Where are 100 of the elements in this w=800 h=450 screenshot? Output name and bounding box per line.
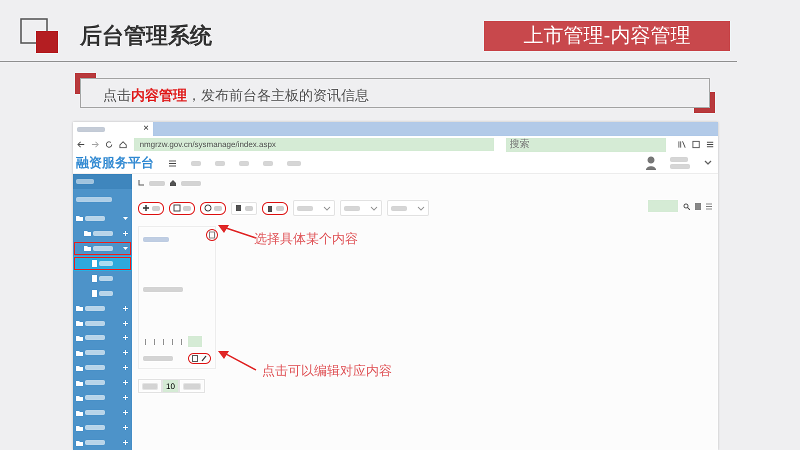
blurred-label xyxy=(297,206,313,210)
pencil-icon[interactable] xyxy=(201,355,207,362)
folder-icon xyxy=(84,245,91,252)
toolbar-button[interactable] xyxy=(169,202,195,214)
add-icon xyxy=(142,204,150,212)
sidebar-item[interactable] xyxy=(73,240,132,256)
blurred-label xyxy=(85,216,105,221)
blurred-label xyxy=(215,160,225,166)
user-avatar-icon[interactable] xyxy=(646,156,656,170)
arrow xyxy=(218,350,258,372)
folder-icon xyxy=(76,410,83,416)
caret-icon xyxy=(370,204,378,212)
expand-icon[interactable] xyxy=(123,410,128,416)
forward-icon[interactable] xyxy=(91,140,100,149)
expand-icon[interactable] xyxy=(123,425,128,430)
folder-icon xyxy=(76,305,83,312)
browser-tab[interactable]: × xyxy=(73,122,153,136)
reload-icon[interactable] xyxy=(105,140,114,149)
folder-icon xyxy=(76,320,83,326)
search-field[interactable]: 搜索 xyxy=(506,138,666,152)
document-icon[interactable] xyxy=(192,355,198,362)
folder-icon xyxy=(76,440,83,446)
home-icon[interactable] xyxy=(170,180,176,186)
section-title: 上市管理-内容管理 xyxy=(484,20,730,51)
grid-view-icon[interactable] xyxy=(695,202,701,210)
expand-icon[interactable] xyxy=(123,395,128,400)
toolbar-button[interactable] xyxy=(200,202,226,214)
blurred-label xyxy=(99,290,113,296)
delete-icon xyxy=(266,204,274,212)
expand-icon[interactable] xyxy=(123,230,128,236)
corner-bracket xyxy=(694,92,715,113)
chevron-down-icon[interactable] xyxy=(704,160,712,166)
page-size[interactable]: 10 xyxy=(162,379,179,393)
expand-icon[interactable] xyxy=(123,380,128,386)
caret-icon xyxy=(323,204,331,212)
annotation-text: 点击可以编辑对应内容 xyxy=(262,363,392,380)
copy-icon xyxy=(235,204,243,212)
library-icon[interactable] xyxy=(678,140,686,149)
corner-bracket xyxy=(75,73,96,94)
home-icon[interactable] xyxy=(119,140,128,149)
address-bar[interactable]: nmgrzw.gov.cn/sysmanage/index.aspx xyxy=(134,138,494,151)
audit-icon xyxy=(204,204,212,212)
blurred-label xyxy=(152,206,160,210)
blurred-label xyxy=(276,206,284,210)
blurred-label xyxy=(191,160,201,166)
blurred-label xyxy=(143,356,173,361)
expand-icon[interactable] xyxy=(123,350,128,356)
expand-icon[interactable] xyxy=(123,440,128,446)
sidebar-icon[interactable] xyxy=(692,140,700,149)
blurred-label xyxy=(85,380,105,386)
blurred-label xyxy=(149,180,165,186)
blurred-label xyxy=(182,382,201,390)
blurred-label xyxy=(99,276,113,281)
expand-icon[interactable] xyxy=(123,365,128,370)
expand-icon[interactable] xyxy=(123,306,128,311)
folder-icon xyxy=(76,364,83,371)
blurred-label xyxy=(263,160,273,166)
caret-icon xyxy=(417,204,425,212)
back-icon[interactable] xyxy=(77,140,86,149)
expand-icon[interactable] xyxy=(123,320,128,326)
blurred-label xyxy=(143,237,169,242)
toolbar-button[interactable] xyxy=(262,202,288,214)
blurred-label xyxy=(214,206,222,210)
blurred-label xyxy=(85,425,105,430)
blurred-label xyxy=(77,126,105,132)
document-icon[interactable] xyxy=(206,229,218,241)
blurred-label xyxy=(93,230,113,236)
folder-icon xyxy=(76,215,83,222)
menu-icon[interactable] xyxy=(168,158,177,168)
collapse-icon[interactable] xyxy=(123,216,128,221)
sidebar-item[interactable] xyxy=(73,256,132,271)
collapse-icon[interactable] xyxy=(123,246,128,251)
folder-icon xyxy=(76,380,83,386)
count-label xyxy=(188,336,202,347)
menu-icon[interactable] xyxy=(706,140,714,149)
blurred-label xyxy=(344,206,360,210)
blurred-label xyxy=(85,410,105,416)
blurred-label xyxy=(287,160,301,166)
folder-icon xyxy=(76,394,83,401)
search-icon[interactable] xyxy=(683,202,690,210)
blurred-label xyxy=(181,180,201,186)
blurred-label xyxy=(143,287,183,292)
list-view-icon[interactable] xyxy=(706,202,712,210)
expand-icon[interactable] xyxy=(123,335,128,340)
filter-field[interactable] xyxy=(648,200,678,212)
blurred-label xyxy=(239,160,249,166)
close-tab-button[interactable]: × xyxy=(143,124,149,134)
blurred-label xyxy=(85,350,105,356)
blurred-label xyxy=(76,197,112,202)
logo-icon xyxy=(20,18,60,54)
toolbar-button[interactable] xyxy=(138,202,164,214)
blurred-label xyxy=(93,246,113,251)
instruction-text: 点击内容管理，发布前台各主板的资讯信息 xyxy=(103,87,369,106)
blurred-label xyxy=(85,335,105,340)
folder-icon xyxy=(84,230,91,236)
slide-title: 后台管理系统 xyxy=(80,22,213,50)
blurred-label xyxy=(391,206,407,210)
blurred-label xyxy=(85,306,105,311)
annotation-text: 选择具体某个内容 xyxy=(254,231,358,248)
blurred-label xyxy=(85,440,105,446)
